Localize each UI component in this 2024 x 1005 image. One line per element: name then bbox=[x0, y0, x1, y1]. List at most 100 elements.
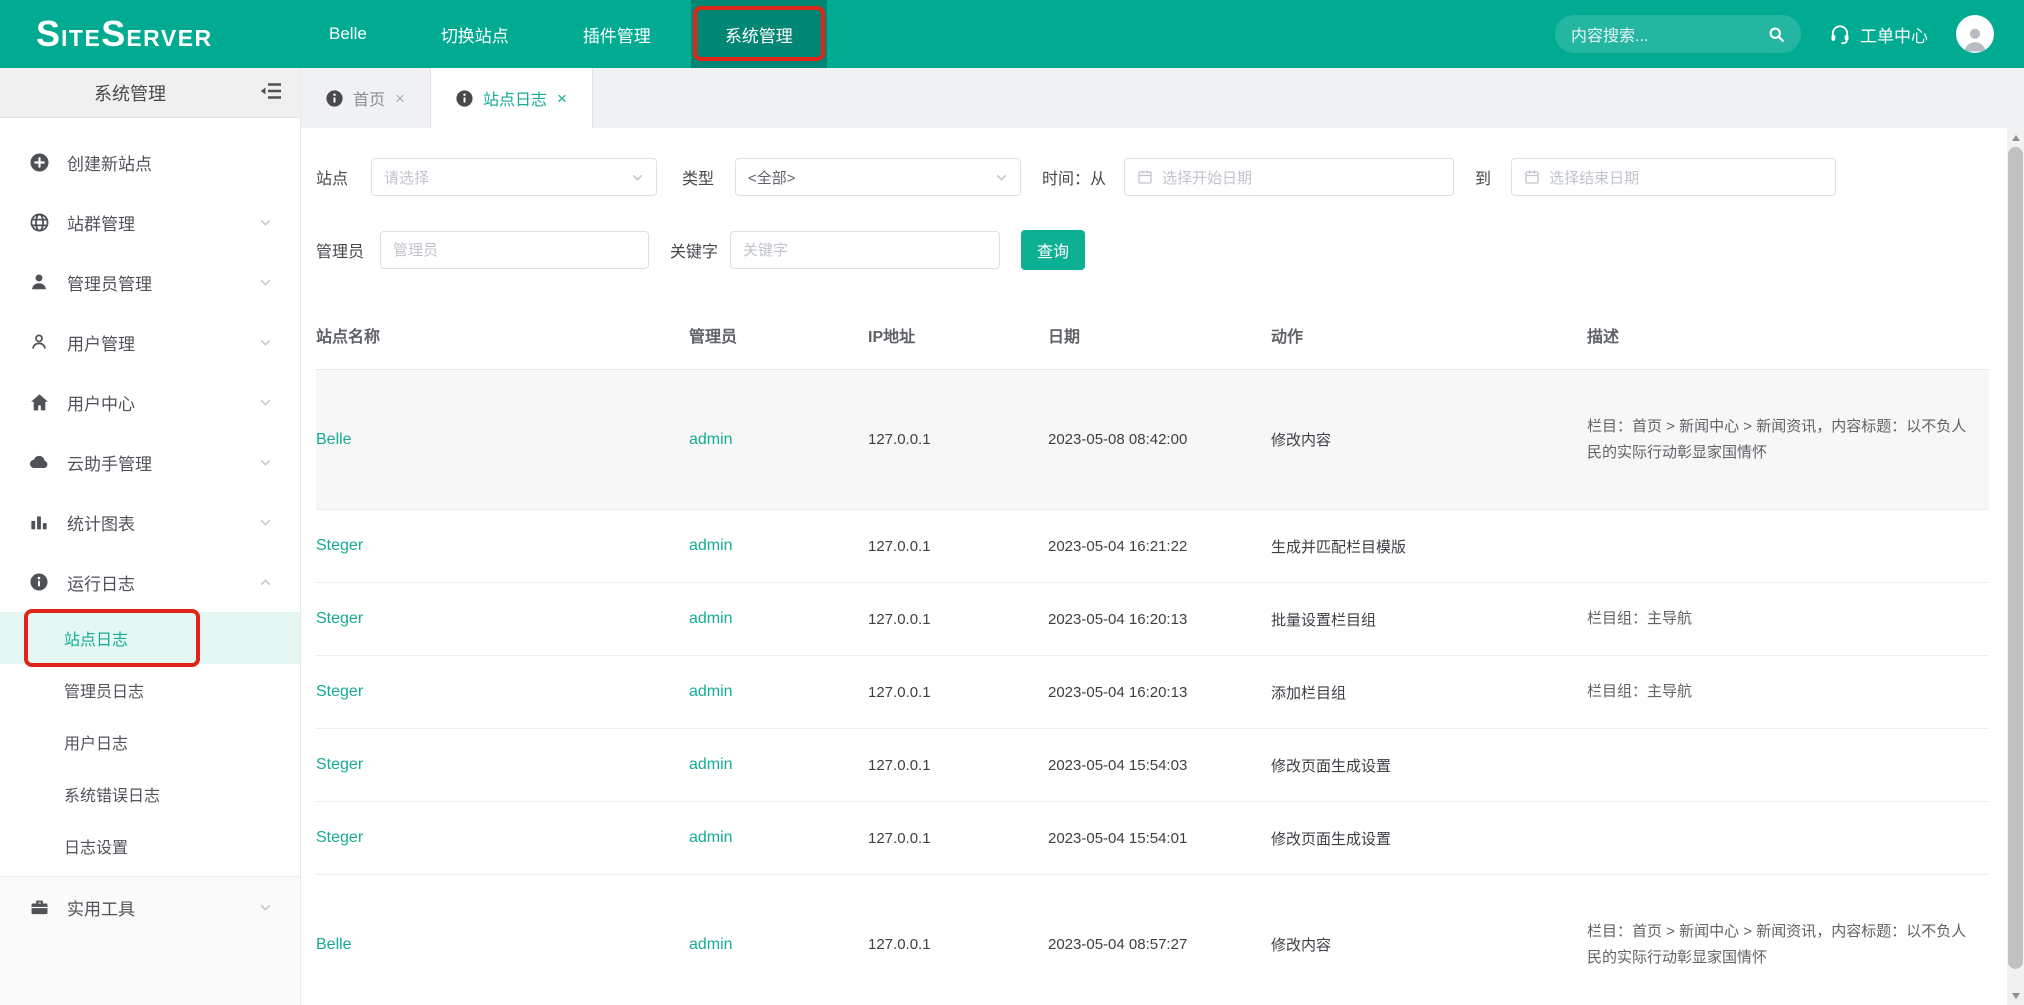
page-content: 站点 请选择 类型 <全部> 时间：从 选择开始日期 到 选择结束日期 管 bbox=[301, 128, 2007, 1005]
chevron-down-icon bbox=[995, 171, 1008, 184]
workorder-center-button[interactable]: 工单中心 bbox=[1829, 22, 1928, 47]
site-name-link-cell: Belle bbox=[316, 431, 689, 449]
admin-link[interactable]: admin bbox=[689, 610, 733, 627]
table-column-header: 管理员 bbox=[689, 323, 868, 347]
scrollbar-up-arrow[interactable] bbox=[2007, 129, 2024, 146]
bar-chart-icon bbox=[28, 513, 50, 531]
close-icon[interactable]: × bbox=[557, 90, 567, 107]
site-filter-label: 站点 bbox=[316, 165, 348, 189]
table-row: Stegeradmin127.0.0.12023-05-04 16:21:22生… bbox=[316, 510, 1989, 583]
vertical-scrollbar[interactable] bbox=[2007, 128, 2024, 1005]
admin-link[interactable]: admin bbox=[689, 829, 733, 846]
table-header-row: 站点名称管理员IP地址日期动作描述 bbox=[316, 300, 1989, 370]
log-date: 2023-05-04 15:54:01 bbox=[1048, 830, 1271, 847]
siteserver-logo[interactable]: SITESERVER bbox=[0, 13, 292, 55]
scrollbar-down-arrow[interactable] bbox=[2007, 987, 2024, 1004]
log-action: 生成并匹配栏目模版 bbox=[1271, 536, 1587, 557]
site-name-link-cell: Steger bbox=[316, 683, 689, 701]
briefcase-icon bbox=[28, 898, 50, 917]
query-button[interactable]: 查询 bbox=[1021, 230, 1085, 270]
admin-link[interactable]: admin bbox=[689, 537, 733, 554]
calendar-icon bbox=[1524, 169, 1540, 185]
tab-item[interactable]: 首页× bbox=[301, 68, 431, 128]
calendar-icon bbox=[1137, 169, 1153, 185]
sidebar-item[interactable]: 站群管理 bbox=[0, 192, 300, 252]
scrollbar-thumb[interactable] bbox=[2008, 147, 2023, 969]
keyword-input[interactable] bbox=[730, 231, 1000, 269]
log-description: 栏目组：主导航 bbox=[1587, 606, 1989, 632]
log-table: 站点名称管理员IP地址日期动作描述 Belleadmin127.0.0.1202… bbox=[316, 300, 1989, 1005]
log-description: 栏目：首页 > 新闻中心 > 新闻资讯，内容标题：以不负人民的实际行动彰显家国情… bbox=[1587, 414, 1989, 466]
sidebar-subitem[interactable]: 站点日志 bbox=[0, 612, 300, 664]
log-action: 添加栏目组 bbox=[1271, 682, 1587, 703]
log-action: 修改内容 bbox=[1271, 429, 1587, 450]
sidebar-title-bar: 系统管理 bbox=[0, 68, 300, 118]
admin-link[interactable]: admin bbox=[689, 683, 733, 700]
table-row: Stegeradmin127.0.0.12023-05-04 15:54:01修… bbox=[316, 802, 1989, 875]
site-name-link-cell: Steger bbox=[316, 756, 689, 774]
site-name-link[interactable]: Steger bbox=[316, 610, 363, 627]
avatar[interactable] bbox=[1956, 15, 1994, 53]
table-column-header: IP地址 bbox=[868, 323, 1048, 347]
admin-link[interactable]: admin bbox=[689, 756, 733, 773]
top-nav-label: Belle bbox=[329, 24, 367, 44]
admin-input[interactable] bbox=[380, 231, 649, 269]
top-nav-label: 系统管理 bbox=[725, 22, 793, 47]
admin-link[interactable]: admin bbox=[689, 431, 733, 448]
sidebar: 系统管理 创建新站点站群管理管理员管理用户管理用户中心云助手管理统计图表运行日志… bbox=[0, 68, 301, 1005]
sidebar-subitem[interactable]: 用户日志 bbox=[0, 716, 300, 768]
sidebar-item[interactable]: 运行日志 bbox=[0, 552, 300, 612]
sidebar-item[interactable]: 创建新站点 bbox=[0, 132, 300, 192]
sidebar-item[interactable]: 云助手管理 bbox=[0, 432, 300, 492]
site-select-placeholder: 请选择 bbox=[384, 167, 631, 188]
plus-circle-icon bbox=[28, 153, 50, 172]
admin-link[interactable]: admin bbox=[689, 936, 733, 953]
to-label: 到 bbox=[1475, 165, 1491, 189]
sidebar-item[interactable]: 实用工具 bbox=[0, 877, 300, 937]
sidebar-item-label: 站群管理 bbox=[67, 210, 135, 235]
date-to-input[interactable]: 选择结束日期 bbox=[1511, 158, 1836, 196]
user-outline-icon bbox=[28, 333, 50, 351]
filter-row-1: 站点 请选择 类型 <全部> 时间：从 选择开始日期 到 选择结束日期 bbox=[316, 158, 1989, 196]
site-name-link[interactable]: Steger bbox=[316, 537, 363, 554]
log-date: 2023-05-04 15:54:03 bbox=[1048, 757, 1271, 774]
cloud-icon bbox=[28, 452, 50, 472]
admin-link-cell: admin bbox=[689, 683, 868, 701]
sidebar-subitem[interactable]: 日志设置 bbox=[0, 820, 300, 872]
type-select[interactable]: <全部> bbox=[735, 158, 1021, 196]
sidebar-subitem[interactable]: 系统错误日志 bbox=[0, 768, 300, 820]
top-nav-item[interactable]: 插件管理 bbox=[549, 0, 685, 68]
top-nav-label: 切换站点 bbox=[441, 22, 509, 47]
ip-address: 127.0.0.1 bbox=[868, 830, 1048, 847]
top-nav-item[interactable]: Belle bbox=[295, 0, 401, 68]
home-icon bbox=[28, 393, 50, 412]
top-nav: Belle 切换站点 插件管理 系统管理 bbox=[292, 0, 830, 68]
globe-icon bbox=[28, 213, 50, 232]
top-nav-item[interactable]: 切换站点 bbox=[407, 0, 543, 68]
sidebar-item[interactable]: 用户中心 bbox=[0, 372, 300, 432]
workorder-label: 工单中心 bbox=[1860, 22, 1928, 47]
info-circle-icon bbox=[326, 90, 343, 107]
site-name-link-cell: Steger bbox=[316, 829, 689, 847]
site-select[interactable]: 请选择 bbox=[371, 158, 657, 196]
chevron-down-icon bbox=[259, 456, 272, 469]
date-from-input[interactable]: 选择开始日期 bbox=[1124, 158, 1454, 196]
top-nav-item[interactable]: 系统管理 bbox=[691, 0, 827, 68]
table-row: Stegeradmin127.0.0.12023-05-04 15:54:03修… bbox=[316, 729, 1989, 802]
collapse-sidebar-icon[interactable] bbox=[260, 82, 282, 100]
site-name-link[interactable]: Belle bbox=[316, 936, 352, 953]
close-icon[interactable]: × bbox=[395, 90, 405, 107]
sidebar-item[interactable]: 用户管理 bbox=[0, 312, 300, 372]
sidebar-item[interactable]: 统计图表 bbox=[0, 492, 300, 552]
sidebar-subitem[interactable]: 管理员日志 bbox=[0, 664, 300, 716]
search-icon[interactable] bbox=[1768, 26, 1785, 43]
site-name-link[interactable]: Steger bbox=[316, 756, 363, 773]
sidebar-item[interactable]: 管理员管理 bbox=[0, 252, 300, 312]
site-name-link[interactable]: Belle bbox=[316, 431, 352, 448]
site-name-link[interactable]: Steger bbox=[316, 829, 363, 846]
tab-item[interactable]: 站点日志× bbox=[431, 68, 593, 128]
site-name-link[interactable]: Steger bbox=[316, 683, 363, 700]
content-search-box[interactable]: 内容搜索... bbox=[1555, 15, 1801, 53]
ip-address: 127.0.0.1 bbox=[868, 611, 1048, 628]
log-description: 栏目：首页 > 新闻中心 > 新闻资讯，内容标题：以不负人民的实际行动彰显家国情… bbox=[1587, 919, 1989, 971]
